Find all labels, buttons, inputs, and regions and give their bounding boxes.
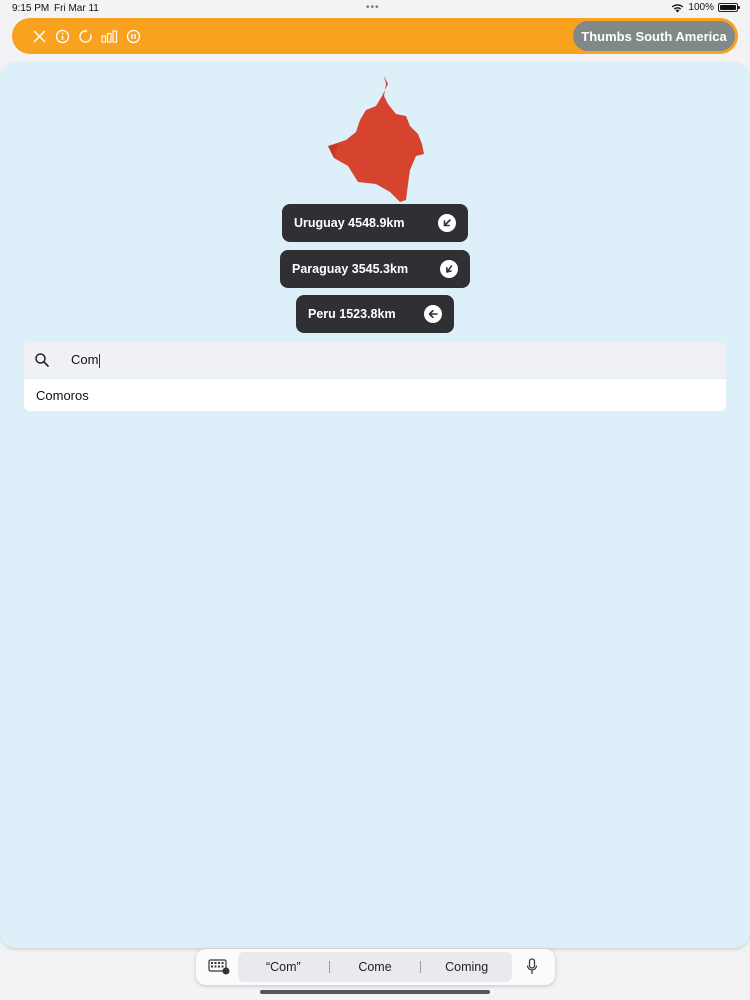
pause-icon[interactable] [124,27,142,45]
status-time: 9:15 PM [12,3,50,14]
country-search-field[interactable]: Com [24,342,726,378]
wifi-icon [672,3,684,12]
guess-row: Uruguay 4548.9km [282,204,468,242]
search-value: Com [71,352,99,368]
text-caret [99,353,101,368]
status-right: 100% [671,2,740,13]
multitasking-dots[interactable]: ••• [366,2,380,13]
prediction-1[interactable]: “Com” [238,960,329,974]
guess-label: Uruguay 4548.9km [294,216,405,230]
arrow-down-left-icon [438,214,456,232]
country-silhouette-icon [328,76,424,202]
info-icon[interactable] [53,27,71,45]
suggestion-item[interactable]: Comoros [24,379,726,411]
prediction-3[interactable]: Coming [421,960,512,974]
close-icon[interactable] [30,27,48,45]
game-toolbar: Thumbs South America [12,18,738,54]
search-icon [35,353,49,367]
status-date: Fri Mar 11 [54,3,99,14]
guess-row: Peru 1523.8km [296,295,454,333]
microphone-icon[interactable] [526,958,538,976]
arrow-left-icon [424,305,442,323]
stats-icon[interactable] [99,27,119,45]
search-input[interactable]: Com [71,352,101,368]
guess-label: Paraguay 3545.3km [292,262,409,276]
guess-row: Paraguay 3545.3km [280,250,470,288]
battery-icon [718,3,740,12]
prediction-2[interactable]: Come [330,960,421,974]
mode-button[interactable]: Thumbs South America [573,21,735,51]
keyboard-icon[interactable] [208,959,230,975]
battery-percent: 100% [688,2,714,13]
home-indicator[interactable] [260,990,490,994]
game-area: Uruguay 4548.9km Paraguay 3545.3km Peru … [0,62,750,948]
restart-icon[interactable] [76,27,94,45]
arrow-down-left-icon [440,260,458,278]
keyboard-suggestion-bar: “Com” Come Coming [196,949,555,985]
status-bar: 9:15 PM Fri Mar 11 ••• 100% [0,0,750,18]
prediction-group: “Com” Come Coming [238,952,512,982]
guess-label: Peru 1523.8km [308,307,396,321]
